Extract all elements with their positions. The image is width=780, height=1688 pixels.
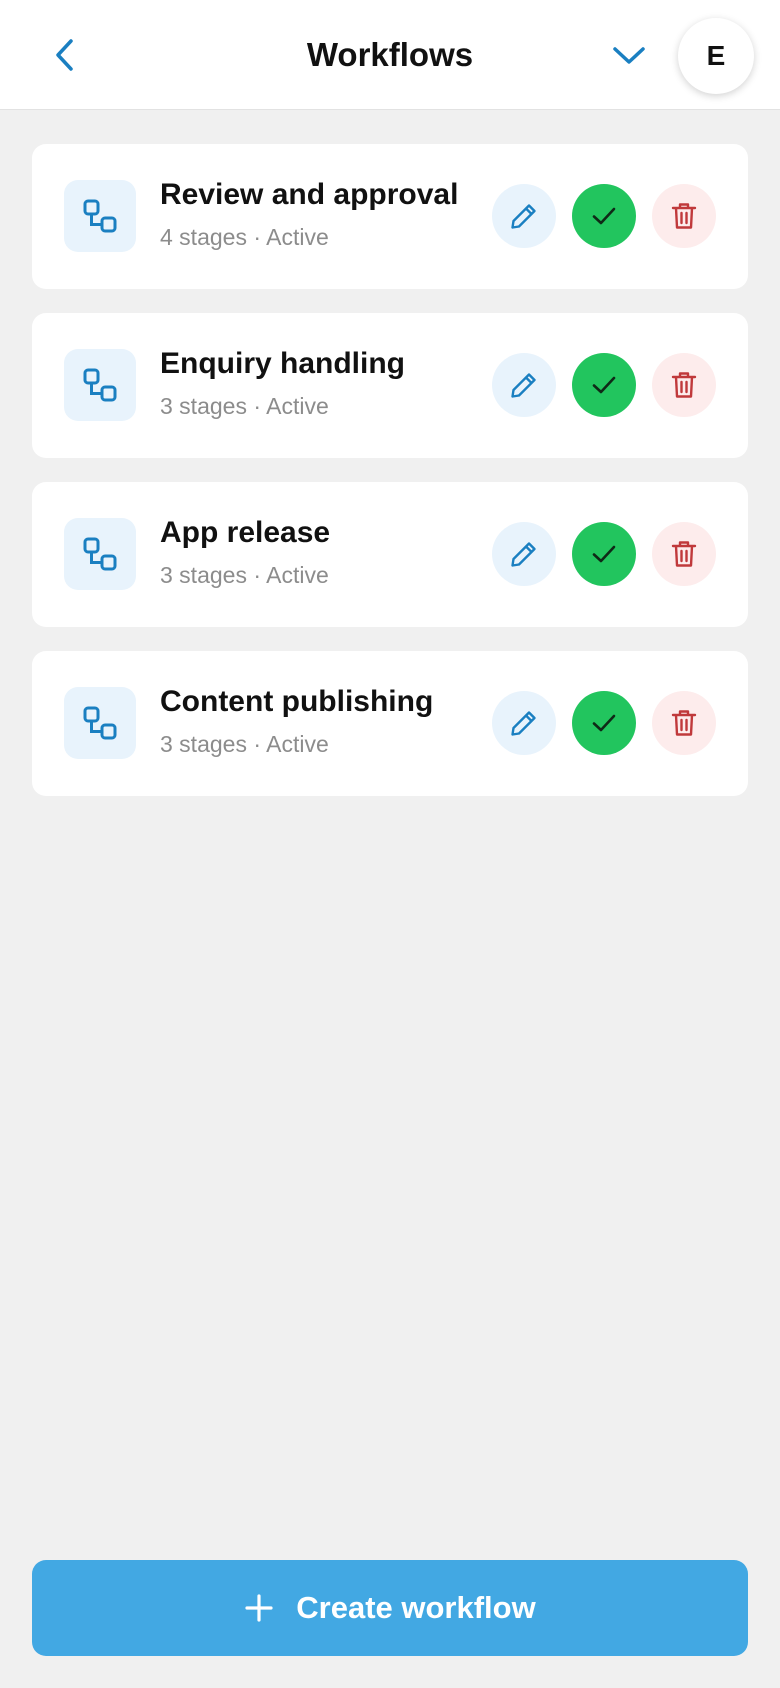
workflow-meta: 3 stages · Active [160,562,329,588]
pencil-icon [511,542,536,567]
pencil-icon [511,373,536,398]
workflow-card[interactable]: Content publishing 3 stages · Active [32,651,748,796]
workflow-icon [83,199,117,233]
delete-button[interactable] [652,522,716,586]
workflow-card[interactable]: Enquiry handling 3 stages · Active [32,313,748,458]
edit-button[interactable] [492,353,556,417]
create-workflow-button[interactable]: Create workflow [32,1560,748,1656]
complete-button[interactable] [572,353,636,417]
edit-button[interactable] [492,184,556,248]
pencil-icon [511,711,536,736]
delete-button[interactable] [652,184,716,248]
workflow-card[interactable]: Review and approval 4 stages · Active [32,144,748,289]
plus-icon [244,1593,274,1623]
workflow-icon-tile [64,180,136,252]
workflow-icon-tile [64,349,136,421]
workflow-list: Review and approval 4 stages · Active En… [32,144,748,820]
workflow-icon [83,706,117,740]
edit-button[interactable] [492,522,556,586]
edit-button[interactable] [492,691,556,755]
workflow-card[interactable]: App release 3 stages · Active [32,482,748,627]
workflow-name: Review and approval [160,178,459,211]
workflow-icon [83,537,117,571]
workflow-name: Content publishing [160,685,434,718]
workflow-icon-tile [64,518,136,590]
workflow-meta: 3 stages · Active [160,731,329,757]
complete-button[interactable] [572,691,636,755]
dropdown-button[interactable] [604,30,654,80]
trash-icon [671,203,697,229]
complete-button[interactable] [572,184,636,248]
workflow-icon-tile [64,687,136,759]
chevron-down-icon [613,47,645,64]
workflow-meta: 3 stages · Active [160,393,329,419]
workflow-name: Enquiry handling [160,347,405,380]
trash-icon [671,710,697,736]
workflow-name: App release [160,516,331,549]
workflow-meta: 4 stages · Active [160,224,329,250]
avatar[interactable]: E [678,18,754,94]
check-icon [592,714,616,732]
check-icon [592,376,616,394]
pencil-icon [511,204,536,229]
trash-icon [671,541,697,567]
delete-button[interactable] [652,691,716,755]
check-icon [592,545,616,563]
trash-icon [671,372,697,398]
create-workflow-label: Create workflow [296,1590,536,1625]
page-title: Workflows [306,36,474,73]
check-icon [592,207,616,225]
complete-button[interactable] [572,522,636,586]
delete-button[interactable] [652,353,716,417]
workflow-icon [83,368,117,402]
top-bar: Workflows E [0,0,780,110]
